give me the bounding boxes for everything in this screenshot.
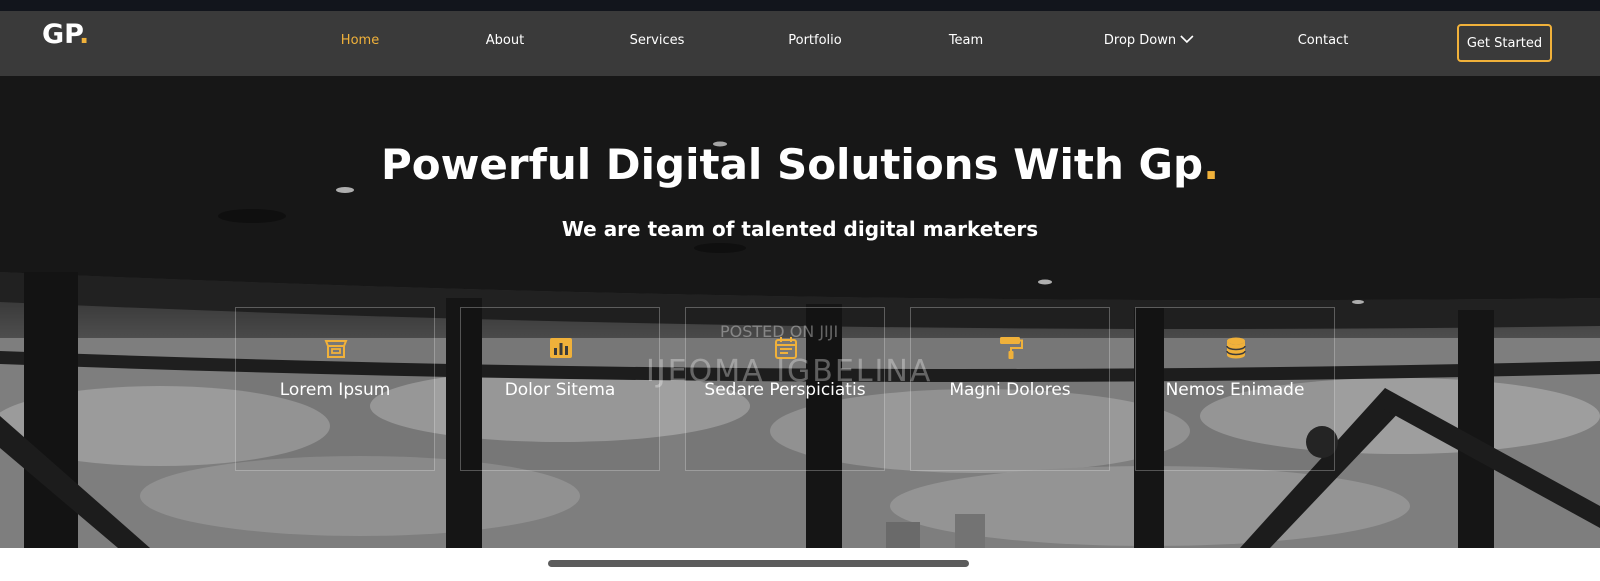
feature-label: Nemos Enimade [1165, 380, 1305, 400]
hero-title-dot: . [1203, 140, 1220, 189]
logo-text: GP [42, 19, 79, 50]
hero-subtitle: We are team of talented digital marketer… [561, 217, 1039, 241]
hero-title-text: Powerful Digital Solutions With Gp [380, 140, 1204, 189]
nav-drop-down[interactable]: Drop Down [1104, 33, 1194, 48]
hero-section: Powerful Digital Solutions With Gp. We a… [0, 76, 1600, 548]
feature-label: Magni Dolores [949, 380, 1071, 400]
nav-home[interactable]: Home [341, 33, 379, 48]
paint-roller-icon [999, 336, 1023, 360]
chevron-down-icon [1180, 33, 1194, 48]
nav-services[interactable]: Services [630, 33, 685, 48]
logo[interactable]: GP. [42, 19, 89, 50]
nav-contact[interactable]: Contact [1298, 33, 1349, 48]
bar-chart-icon [549, 336, 573, 360]
nav-portfolio[interactable]: Portfolio [788, 33, 841, 48]
feature-box-dolor-sitema[interactable]: Dolor Sitema [460, 307, 660, 471]
get-started-button[interactable]: Get Started [1457, 24, 1552, 62]
feature-label: Dolor Sitema [504, 380, 616, 400]
home-indicator[interactable] [548, 560, 969, 567]
logo-dot: . [79, 19, 90, 50]
nav-about[interactable]: About [486, 33, 524, 48]
nav-drop-down-label: Drop Down [1103, 33, 1177, 48]
feature-label: Lorem Ipsum [279, 380, 391, 400]
database-icon [1224, 336, 1248, 360]
browser-top-strip [0, 0, 1600, 11]
nav-team[interactable]: Team [949, 33, 983, 48]
hero-title: Powerful Digital Solutions With Gp. [0, 140, 1600, 189]
feature-box-lorem-ipsum[interactable]: Lorem Ipsum [235, 307, 435, 471]
feature-box-magni-dolores[interactable]: Magni Dolores [910, 307, 1110, 471]
watermark-line2: IJEOMA IGBELINA [646, 354, 933, 389]
watermark-line1: POSTED ON JIJI [720, 322, 839, 341]
navbar: GP. Home About Services Portfolio Team D… [0, 11, 1600, 76]
store-icon [324, 336, 348, 360]
feature-box-nemos-enimade[interactable]: Nemos Enimade [1135, 307, 1335, 471]
